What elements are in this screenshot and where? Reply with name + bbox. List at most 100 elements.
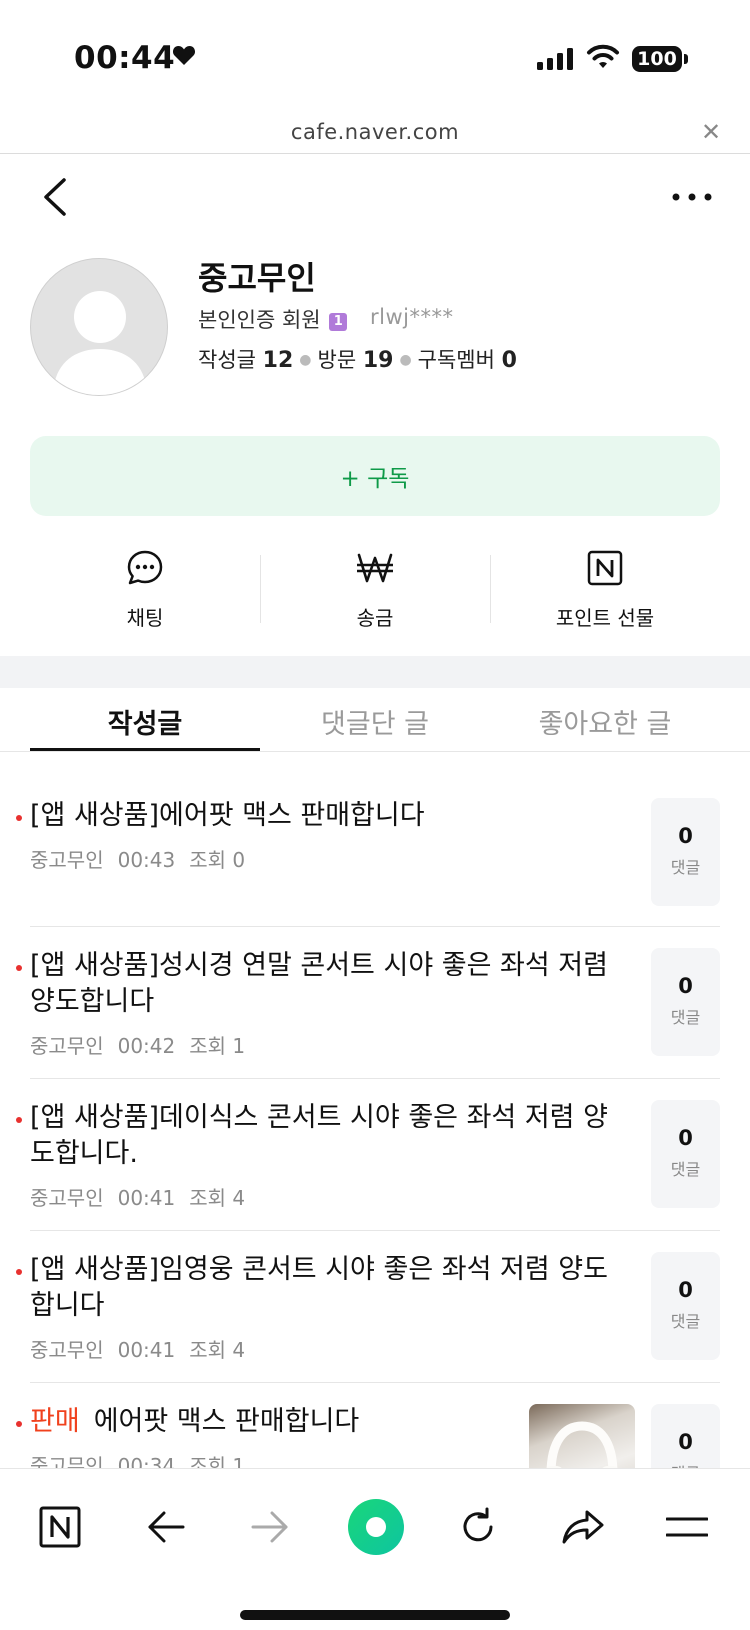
new-post-dot — [16, 1269, 22, 1275]
comment-label: 댓글 — [670, 1160, 701, 1179]
profile-nickname: 중고무인 — [198, 259, 316, 297]
subscribers-label: 구독멤버 — [417, 348, 495, 372]
new-post-dot — [16, 1117, 22, 1123]
battery-indicator: 100 — [632, 46, 682, 72]
comment-label: 댓글 — [670, 858, 701, 877]
naver-n-icon — [39, 1506, 81, 1548]
verified-label-text: 본인인증 회원 — [198, 308, 321, 332]
point-gift-action[interactable]: 포인트 선물 — [490, 548, 720, 631]
signal-icon — [537, 48, 573, 70]
browser-forward-button[interactable] — [240, 1497, 300, 1557]
chat-action[interactable]: 채팅 — [30, 548, 260, 631]
post-author: 중고무인 — [30, 1186, 104, 1210]
arrow-left-icon — [148, 1511, 185, 1543]
comment-label: 댓글 — [670, 1008, 701, 1027]
remit-action[interactable]: 송금 — [260, 548, 490, 631]
visits-count: 19 — [362, 348, 394, 373]
post-time: 00:42 — [117, 1034, 176, 1058]
new-post-dot — [16, 815, 22, 821]
post-views: 조회 4 — [189, 1338, 246, 1362]
refresh-button[interactable] — [448, 1497, 508, 1557]
post-title[interactable]: 판매 에어팟 맥스 판매합니다 — [30, 1404, 510, 1440]
divider — [30, 1382, 720, 1383]
post-title[interactable]: [앱 새상품]성시경 연말 콘서트 시야 좋은 좌석 저렴 양도합니다 — [30, 948, 620, 1020]
post-meta: 중고무인 00:41 조회 4 — [30, 1334, 259, 1363]
share-button[interactable] — [553, 1497, 613, 1557]
hamburger-menu-icon — [666, 1517, 708, 1537]
new-post-dot — [16, 965, 22, 971]
section-divider — [0, 656, 750, 688]
tab-commented-posts[interactable]: 댓글단 글 — [260, 702, 490, 741]
post-meta: 중고무인 00:42 조회 1 — [30, 1030, 259, 1059]
close-icon[interactable]: ✕ — [701, 118, 721, 146]
post-title[interactable]: [앱 새상품]임영웅 콘서트 시야 좋은 좌석 저렴 양도합니다 — [30, 1252, 620, 1324]
posts-label: 작성글 — [198, 348, 256, 372]
post-views: 조회 1 — [189, 1034, 246, 1058]
posts-count: 12 — [262, 348, 294, 373]
divider — [30, 926, 720, 927]
tab-my-posts[interactable]: 작성글 — [30, 702, 260, 741]
won-icon — [357, 553, 393, 583]
sale-tag: 판매 — [30, 1406, 80, 1437]
subscribe-button[interactable]: + 구독 — [30, 436, 720, 516]
comment-label: 댓글 — [670, 1312, 701, 1331]
browser-toolbar — [0, 1468, 750, 1630]
user-id: rlwj**** — [370, 305, 454, 329]
divider — [30, 1078, 720, 1079]
comment-count-box[interactable]: 0 댓글 — [651, 798, 720, 906]
share-icon — [562, 1510, 604, 1544]
subscribers-count: 0 — [501, 348, 517, 373]
comment-count: 0 — [678, 974, 693, 998]
avatar — [30, 258, 168, 396]
post-title-text: 에어팟 맥스 판매합니다 — [93, 1406, 360, 1437]
comment-count: 0 — [678, 1278, 693, 1302]
new-post-dot — [16, 1421, 22, 1427]
default-avatar-icon — [53, 291, 147, 395]
naver-home-button[interactable] — [30, 1497, 90, 1557]
member-level-badge: 1 — [329, 313, 348, 331]
comment-count: 0 — [678, 1430, 693, 1454]
post-author: 중고무인 — [30, 1034, 104, 1058]
post-meta: 중고무인 00:43 조회 0 — [30, 844, 259, 873]
tab-bar: 작성글 댓글단 글 좋아요한 글 — [0, 688, 750, 752]
comment-count: 0 — [678, 824, 693, 848]
comment-count-box[interactable]: 0 댓글 — [651, 948, 720, 1056]
remit-label: 송금 — [356, 606, 394, 630]
active-tab-indicator — [30, 748, 260, 751]
post-views: 조회 0 — [189, 848, 246, 872]
battery-tip — [684, 54, 688, 64]
more-options-icon[interactable] — [670, 182, 714, 212]
browser-back-button[interactable] — [136, 1497, 196, 1557]
wifi-icon — [587, 44, 619, 68]
status-time: 00:44 — [74, 40, 176, 76]
post-time: 00:43 — [117, 848, 176, 872]
chat-label: 채팅 — [126, 606, 164, 630]
post-author: 중고무인 — [30, 848, 104, 872]
profile-stats: 작성글 12 ● 방문 19 ● 구독멤버 0 — [198, 348, 517, 373]
verified-member-label: 본인인증 회원 1 — [198, 304, 348, 334]
chat-bubble-icon — [127, 550, 163, 585]
post-time: 00:41 — [117, 1186, 176, 1210]
post-title[interactable]: [앱 새상품]에어팟 맥스 판매합니다 — [30, 798, 620, 834]
post-meta: 중고무인 00:41 조회 4 — [30, 1182, 259, 1211]
post-author: 중고무인 — [30, 1338, 104, 1362]
post-views: 조회 4 — [189, 1186, 246, 1210]
comment-count-box[interactable]: 0 댓글 — [651, 1252, 720, 1360]
heart-icon — [172, 46, 196, 65]
menu-button[interactable] — [657, 1497, 717, 1557]
comment-count: 0 — [678, 1126, 693, 1150]
home-indicator — [240, 1610, 510, 1620]
status-bar: 00:44 100 — [0, 0, 750, 110]
tab-liked-posts[interactable]: 좋아요한 글 — [490, 702, 720, 741]
naver-point-icon — [587, 550, 623, 586]
visits-label: 방문 — [317, 348, 357, 372]
refresh-icon — [463, 1507, 493, 1542]
url-text[interactable]: cafe.naver.com — [0, 120, 750, 144]
point-gift-label: 포인트 선물 — [555, 606, 655, 630]
back-button[interactable] — [36, 174, 76, 220]
green-dot-icon — [348, 1499, 404, 1555]
browser-url-bar[interactable]: cafe.naver.com ✕ — [0, 110, 750, 154]
comment-count-box[interactable]: 0 댓글 — [651, 1100, 720, 1208]
green-dot-button[interactable] — [340, 1491, 412, 1563]
post-title[interactable]: [앱 새상품]데이식스 콘서트 시야 좋은 좌석 저렴 양도합니다. — [30, 1100, 620, 1172]
